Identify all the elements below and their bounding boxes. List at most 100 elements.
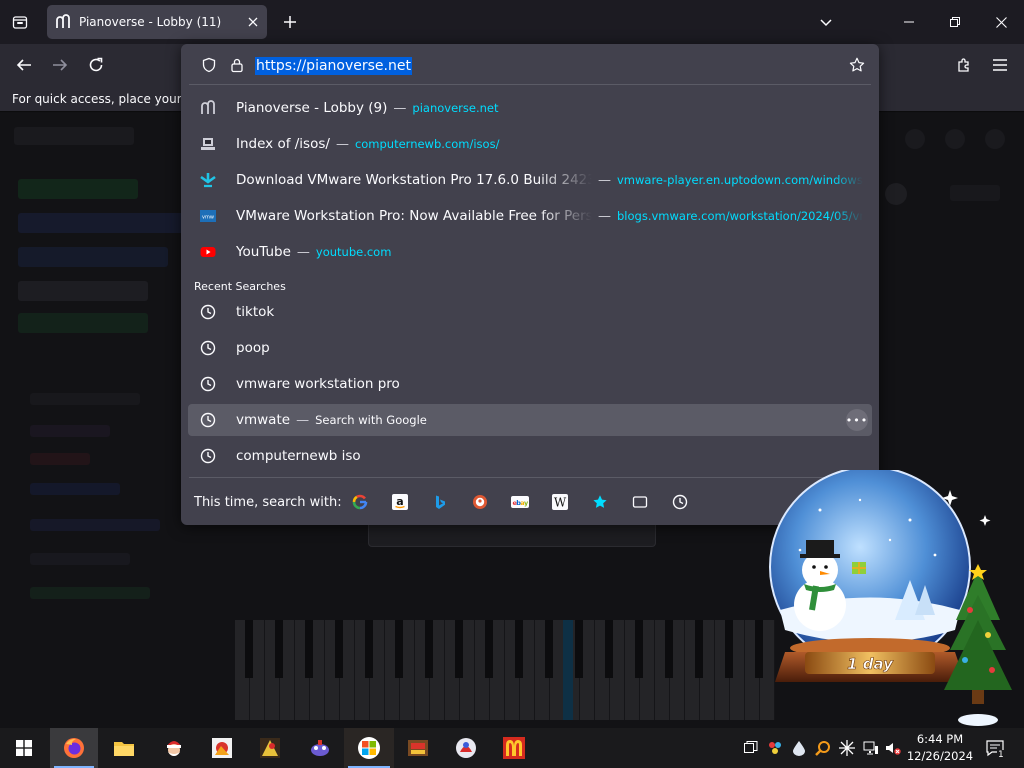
back-arrow-icon xyxy=(16,59,31,71)
amazon-icon: a xyxy=(392,494,408,510)
google-engine-button[interactable] xyxy=(348,490,372,514)
result-row[interactable]: Download VMware Workstation Pro 17.6.0 B… xyxy=(188,164,872,196)
recent-search-text: tiktok xyxy=(236,304,275,320)
taskbar-app-5[interactable] xyxy=(246,728,294,768)
recent-search-row-selected[interactable]: vmwate — Search with Google ••• xyxy=(188,404,872,436)
back-button[interactable] xyxy=(8,49,40,81)
water-drop-icon xyxy=(793,741,805,756)
svg-text:a: a xyxy=(396,495,403,508)
reload-icon xyxy=(89,57,103,72)
vmware-favicon-icon: vmw xyxy=(200,208,216,224)
bookmark-star-icon[interactable] xyxy=(849,57,865,73)
taskbar-app-8[interactable] xyxy=(394,728,442,768)
recent-search-row[interactable]: vmware workstation pro xyxy=(188,368,872,400)
tabs-search-button[interactable] xyxy=(628,490,652,514)
recent-search-text: vmware workstation pro xyxy=(236,376,400,392)
result-row[interactable]: Index of /isos/ — computernewb.com/isos/ xyxy=(188,128,872,160)
bing-icon xyxy=(436,495,445,509)
forward-button[interactable] xyxy=(44,49,76,81)
ebay-icon: ebay xyxy=(511,496,529,508)
recent-search-row[interactable]: poop xyxy=(188,332,872,364)
recent-searches-header: Recent Searches xyxy=(194,280,286,293)
tray-network[interactable] xyxy=(863,740,879,756)
snow-globe-widget[interactable]: 1 day xyxy=(760,466,1024,728)
tray-app-3[interactable] xyxy=(839,740,855,756)
more-options-button[interactable]: ••• xyxy=(846,409,868,431)
result-separator: — xyxy=(598,172,611,188)
lock-icon[interactable] xyxy=(229,57,245,73)
piano-keyboard[interactable] xyxy=(235,620,775,720)
close-tab-icon[interactable] xyxy=(247,16,259,28)
taskbar-windows-xp-vm[interactable] xyxy=(344,728,394,768)
taskbar-mcdonalds-app[interactable] xyxy=(490,728,538,768)
ebay-engine-button[interactable]: ebay xyxy=(508,490,532,514)
duckduckgo-icon xyxy=(473,495,487,509)
snow-globe-illustration: 1 day xyxy=(769,466,1012,726)
duckduckgo-engine-button[interactable] xyxy=(468,490,492,514)
game-app-icon xyxy=(311,740,329,756)
taskbar-firefox[interactable] xyxy=(50,728,98,768)
plus-icon xyxy=(284,16,296,28)
result-row[interactable]: Pianoverse - Lobby (9) — pianoverse.net xyxy=(188,92,872,124)
taskbar-clock[interactable]: 6:44 PM 12/26/2024 xyxy=(906,731,974,765)
tab-bar: Pianoverse - Lobby (11) xyxy=(0,0,1024,44)
speaker-muted-icon xyxy=(886,743,901,755)
recent-search-row[interactable]: computernewb iso xyxy=(188,440,872,472)
result-title: YouTube xyxy=(236,244,291,260)
youtube-favicon-icon xyxy=(200,244,216,260)
tray-app-2[interactable] xyxy=(791,740,807,756)
result-separator: — xyxy=(335,136,349,152)
url-input[interactable]: https://pianoverse.net xyxy=(255,57,412,75)
tray-volume[interactable] xyxy=(885,740,901,756)
taskbar-app-6[interactable] xyxy=(296,728,344,768)
extensions-button[interactable] xyxy=(948,49,980,81)
firefox-view-button[interactable] xyxy=(4,6,36,38)
bing-engine-button[interactable] xyxy=(428,490,452,514)
tracking-protection-shield-icon[interactable] xyxy=(201,57,217,73)
reload-button[interactable] xyxy=(80,49,112,81)
result-row[interactable]: vmw VMware Workstation Pro: Now Availabl… xyxy=(188,200,872,232)
recent-search-text: computernewb iso xyxy=(236,448,361,464)
recent-search-text: poop xyxy=(236,340,270,356)
snowflake-icon xyxy=(839,740,855,756)
wikipedia-engine-button[interactable]: W xyxy=(548,490,572,514)
minimize-button[interactable] xyxy=(886,0,932,44)
result-separator: — xyxy=(393,100,407,116)
puzzle-icon xyxy=(958,58,969,72)
bookmarks-star-icon xyxy=(593,495,607,508)
app-menu-button[interactable] xyxy=(984,49,1016,81)
result-separator: — xyxy=(296,412,310,428)
taskbar-app-4[interactable] xyxy=(198,728,246,768)
recent-search-text: vmwate xyxy=(236,412,291,428)
recent-search-row[interactable]: tiktok xyxy=(188,296,872,328)
result-title: Pianoverse - Lobby (9) xyxy=(236,100,388,116)
history-clock-icon xyxy=(200,448,216,464)
forward-arrow-icon xyxy=(53,59,68,71)
history-search-button[interactable] xyxy=(668,490,692,514)
windows-xp-logo-icon xyxy=(358,737,380,759)
close-window-button[interactable] xyxy=(978,0,1024,44)
mcdonalds-icon xyxy=(503,737,525,759)
new-tab-button[interactable] xyxy=(274,6,306,38)
taskbar-app-9[interactable] xyxy=(442,728,490,768)
urlbar[interactable]: https://pianoverse.net xyxy=(189,48,871,82)
tray-search-app[interactable] xyxy=(815,740,831,756)
amazon-engine-button[interactable]: a xyxy=(388,490,412,514)
tab-title: Pianoverse - Lobby (11) xyxy=(79,15,222,29)
bookmarks-search-button[interactable] xyxy=(588,490,612,514)
result-row[interactable]: YouTube — youtube.com xyxy=(188,236,872,268)
tab-pianoverse[interactable]: Pianoverse - Lobby (11) xyxy=(47,5,267,39)
list-all-tabs-button[interactable] xyxy=(810,6,842,38)
history-clock-icon xyxy=(200,340,216,356)
task-view-tray[interactable] xyxy=(743,740,759,756)
clock-time: 6:44 PM xyxy=(916,732,964,746)
start-button[interactable] xyxy=(0,728,48,768)
result-url: pianoverse.net xyxy=(412,101,499,115)
tray-app-1[interactable] xyxy=(767,740,783,756)
restore-button[interactable] xyxy=(932,0,978,44)
taskbar-file-explorer[interactable] xyxy=(100,728,148,768)
history-clock-icon xyxy=(200,304,216,320)
game-app-icon xyxy=(456,738,476,758)
taskbar-santa-app[interactable] xyxy=(150,728,198,768)
result-separator: — xyxy=(296,244,310,260)
